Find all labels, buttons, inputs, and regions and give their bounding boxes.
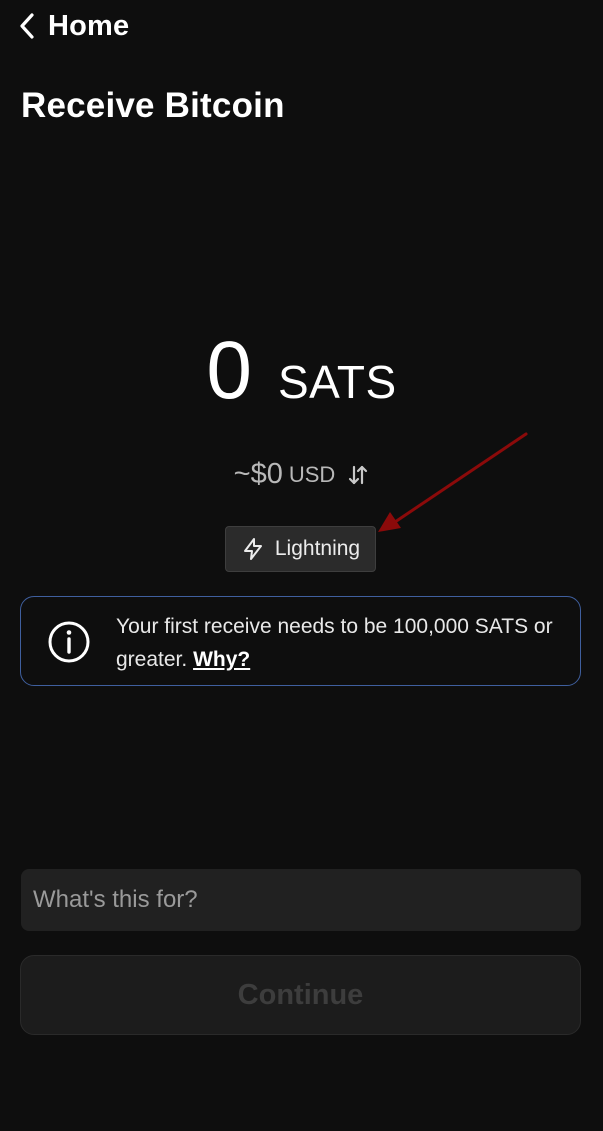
amount-unit: SATS bbox=[277, 356, 397, 408]
page-title: Receive Bitcoin bbox=[21, 86, 285, 125]
continue-button[interactable]: Continue bbox=[20, 955, 581, 1035]
fiat-currency: USD bbox=[288, 461, 336, 487]
fiat-amount: ~$0 bbox=[233, 458, 283, 490]
amount-value: 0 bbox=[206, 325, 252, 416]
network-selector-lightning[interactable]: Lightning bbox=[225, 526, 376, 572]
swap-currency-button[interactable] bbox=[347, 464, 369, 486]
info-notice-message: Your first receive needs to be 100,000 S… bbox=[116, 615, 553, 671]
info-circle-icon bbox=[48, 621, 90, 663]
info-notice-text: Your first receive needs to be 100,000 S… bbox=[116, 610, 566, 676]
network-label: Lightning bbox=[274, 537, 361, 560]
why-link[interactable]: Why? bbox=[193, 648, 250, 671]
back-button[interactable]: Home bbox=[18, 6, 129, 46]
info-notice: Your first receive needs to be 100,000 S… bbox=[20, 596, 581, 686]
lightning-bolt-icon bbox=[243, 538, 262, 560]
chevron-left-icon bbox=[20, 13, 34, 39]
swap-arrows-icon bbox=[349, 465, 368, 484]
memo-input[interactable] bbox=[21, 869, 581, 931]
back-label: Home bbox=[48, 9, 130, 42]
annotation-arrow-icon bbox=[378, 432, 528, 532]
amount-display: 0 SATS bbox=[0, 330, 603, 412]
